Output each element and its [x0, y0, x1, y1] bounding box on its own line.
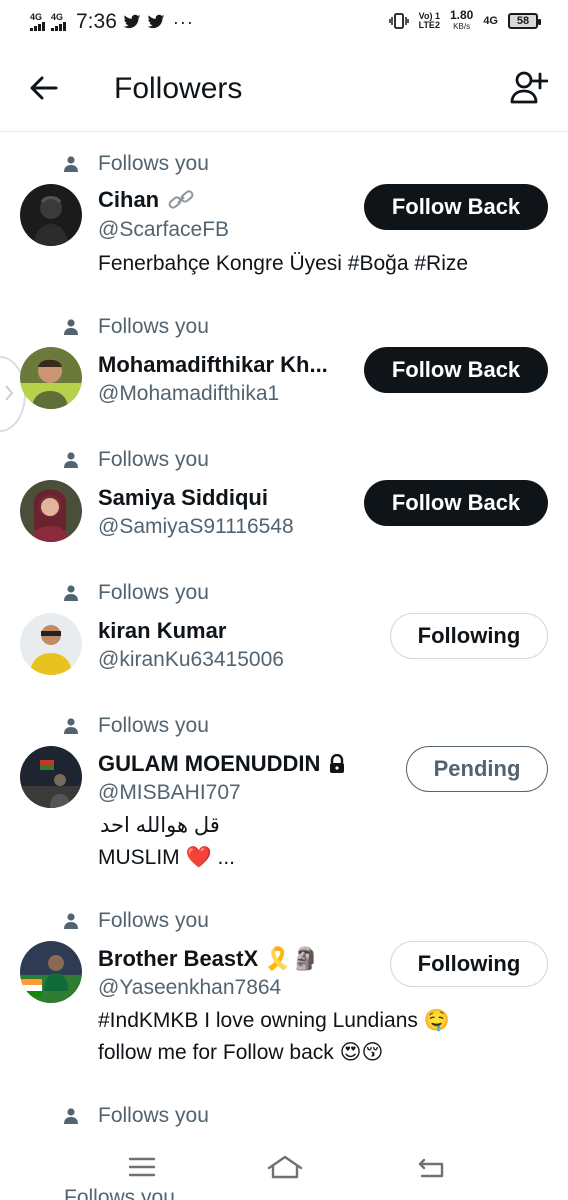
page-title: Followers [114, 72, 243, 105]
speed-unit: KB/s [453, 22, 471, 31]
clock: 7:36 [76, 10, 117, 33]
add-user-icon[interactable] [510, 70, 548, 106]
list-item[interactable]: Follows you Cihan @ScarfaceFB Fenerbahçe… [0, 150, 568, 300]
bio: قل هوالله احد MUSLIM ❤️ ... [98, 810, 538, 874]
back-icon[interactable] [416, 1152, 448, 1182]
display-name-text: GULAM MOENUDDIN [98, 751, 321, 776]
bio-line-2: MUSLIM ❤️ ... [98, 846, 235, 869]
bio: Fenerbahçe Kongre Üyesi #Boğa #Rize [98, 252, 469, 275]
avatar[interactable] [20, 347, 82, 409]
status-left: 4G 4G 7:36 ··· [30, 10, 194, 34]
display-name-text: Cihan [98, 187, 160, 212]
home-icon[interactable] [266, 1152, 304, 1182]
following-button[interactable]: Following [390, 941, 548, 987]
twitter-bird-icon [123, 14, 141, 29]
list-item[interactable]: Follows you Mohamadifthikar Kh... @Moham… [0, 313, 568, 433]
follows-you-text: Follows you [98, 1104, 209, 1127]
list-item[interactable]: Follows you kiran Kumar @kiranKu63415006… [0, 579, 568, 699]
follows-you-text: Follows you [98, 315, 209, 338]
menu-icon[interactable] [126, 1152, 158, 1182]
follows-you-text: Follows you [98, 152, 209, 175]
person-icon [64, 718, 78, 734]
list-item[interactable]: Follows you [0, 1102, 568, 1142]
follow-back-button[interactable]: Follow Back [364, 480, 548, 526]
avatar[interactable] [20, 941, 82, 1003]
twitter-bird-icon [147, 14, 165, 29]
following-button[interactable]: Following [390, 613, 548, 659]
signal-bars-icon [51, 22, 66, 31]
follows-you-label: Follows you [64, 713, 209, 739]
avatar[interactable] [20, 746, 82, 808]
display-name[interactable]: Samiya Siddiqui [98, 485, 268, 511]
arrow-left-icon[interactable] [28, 72, 60, 104]
follows-you-text: Follows you [98, 581, 209, 604]
avatar[interactable] [20, 613, 82, 675]
pending-button[interactable]: Pending [406, 746, 548, 792]
display-name[interactable]: Cihan [98, 187, 195, 213]
signal-bars-icon [30, 22, 45, 31]
display-name[interactable]: Mohamadifthikar Kh... [98, 352, 328, 378]
person-icon [64, 319, 78, 335]
app-header: Followers [0, 56, 568, 132]
volte-indicator: Vo) 1 LTE2 [419, 12, 440, 30]
avatar[interactable] [20, 480, 82, 542]
handle: @kiranKu63415006 [98, 648, 284, 671]
follows-you-label: Follows you [64, 1103, 209, 1129]
display-name[interactable]: kiran Kumar [98, 618, 226, 644]
handle: @MISBAHI707 [98, 781, 241, 804]
status-bar: 4G 4G 7:36 ··· Vo) 1 LTE2 1.80 KB/s 4G 5… [0, 0, 568, 44]
follows-you-text: Follows you [98, 909, 209, 932]
follows-you-peek: Follows you [64, 1186, 175, 1200]
handle: @Yaseenkhan7864 [98, 976, 282, 999]
follows-you-label: Follows you [64, 580, 209, 606]
follows-you-label: Follows you [64, 447, 209, 473]
follows-you-text: Follows you [98, 714, 209, 737]
network-type-label: 4G [30, 12, 43, 22]
follows-you-label: Follows you [64, 314, 209, 340]
vibrate-icon [388, 13, 409, 29]
bio-line-1: قل هوالله احد [100, 814, 220, 837]
signal-indicator-2: 4G [51, 13, 66, 31]
volte-bottom-label: LTE2 [418, 20, 440, 30]
signal-indicator-1: 4G [30, 13, 45, 31]
list-item[interactable]: Follows you Samiya Siddiqui @SamiyaS9111… [0, 446, 568, 566]
display-name[interactable]: GULAM MOENUDDIN [98, 751, 346, 777]
network-speed: 1.80 KB/s [449, 8, 474, 32]
person-icon [64, 913, 78, 929]
follow-back-button[interactable]: Follow Back [364, 184, 548, 230]
follow-back-button[interactable]: Follow Back [364, 347, 548, 393]
person-icon [64, 585, 78, 601]
display-name-text: Mohamadifthikar Kh... [98, 352, 328, 377]
person-icon [64, 1108, 78, 1124]
person-icon [64, 156, 78, 172]
display-name-text: Brother BeastX 🎗️🗿 [98, 946, 320, 971]
display-name[interactable]: Brother BeastX 🎗️🗿 [98, 946, 319, 972]
handle: @SamiyaS91116548 [98, 515, 294, 538]
bio-line-2: follow me for Follow back 😍😚 [98, 1041, 384, 1064]
lock-icon [330, 754, 345, 773]
link-icon [168, 190, 194, 209]
list-item[interactable]: Follows you GULAM MOENUDDIN @MISBAHI707 … [0, 712, 568, 897]
bio-line-1: #IndKMKB I love owning Lundians 🤤 [98, 1009, 450, 1032]
follows-you-label: Follows you [64, 151, 209, 177]
status-right: Vo) 1 LTE2 1.80 KB/s 4G 58 [388, 8, 541, 32]
display-name-text: kiran Kumar [98, 618, 227, 643]
follows-you-text: Follows you [98, 448, 209, 471]
handle: @ScarfaceFB [98, 218, 230, 241]
network-type-right: 4G [483, 15, 498, 27]
follows-you-peek-text: Follows you [64, 1186, 175, 1200]
network-type-label-2: 4G [51, 12, 64, 22]
follows-you-label: Follows you [64, 908, 209, 934]
display-name-text: Samiya Siddiqui [98, 485, 268, 510]
list-item[interactable]: Follows you Brother BeastX 🎗️🗿 @Yaseenkh… [0, 907, 568, 1097]
handle: @Mohamadifthika1 [98, 382, 280, 405]
battery-icon: 58 [508, 13, 541, 29]
bio: #IndKMKB I love owning Lundians 🤤 follow… [98, 1005, 538, 1069]
avatar[interactable] [20, 184, 82, 246]
person-icon [64, 452, 78, 468]
more-notifications-icon: ··· [172, 11, 194, 32]
speed-value: 1.80 [449, 8, 474, 22]
